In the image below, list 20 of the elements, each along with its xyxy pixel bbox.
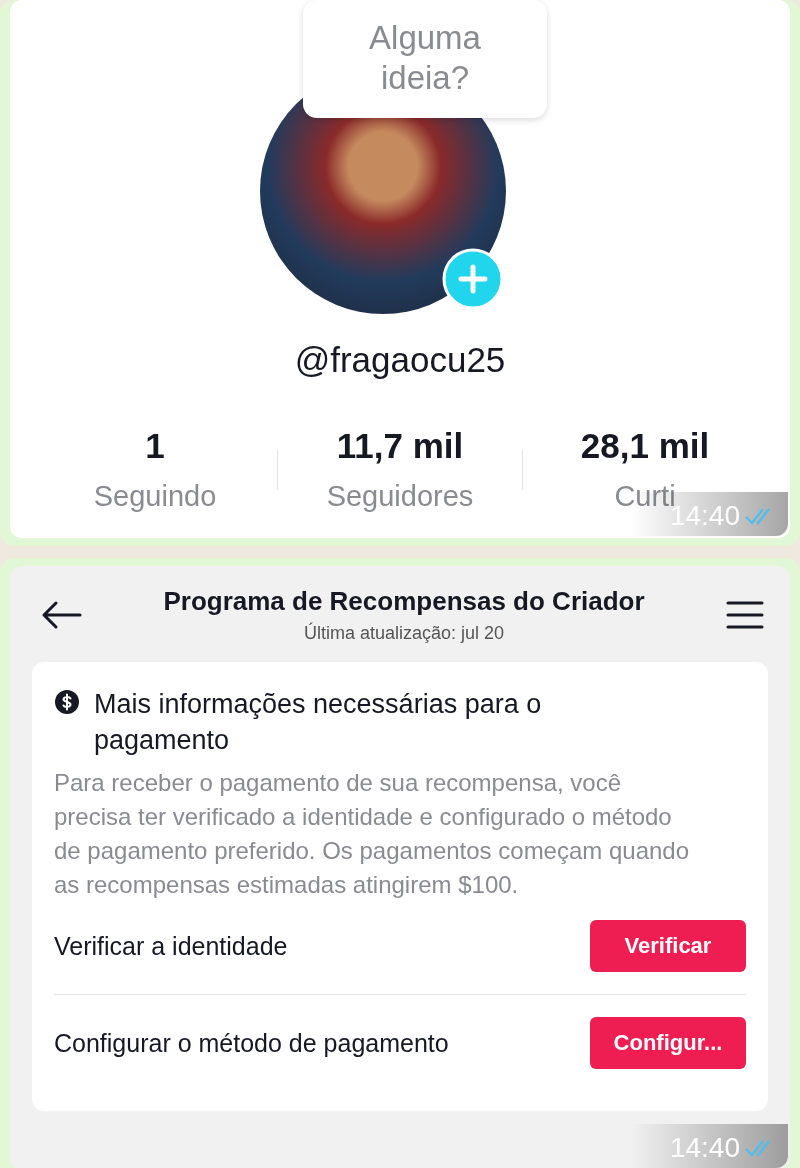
stat-value: 11,7 mil [336,426,464,466]
dollar-icon [54,689,80,715]
stat-value: 1 [145,426,165,466]
action-button[interactable]: Verificar [590,920,746,972]
update-date: Última atualização: jul 20 [303,623,505,644]
stat-label: Seguindo [93,480,217,513]
action-label: Verificar a identidade [54,931,288,961]
stat-label: Seguidores [326,480,474,513]
menu-icon [726,600,764,630]
back-arrow-icon [40,600,82,630]
action-button[interactable]: Configur... [590,1017,746,1069]
message-time: 14:40 [669,1132,740,1164]
action-label: Configurar o método de pagamento [54,1028,449,1058]
username: @fragaocu25 [294,340,506,380]
stat-value: 28,1 mil [580,426,710,466]
plus-icon [442,248,504,310]
notice-text: Para receber o pagamento de sua recompensa, você precisa ter verificado a identidade e configurado o método de pagamento preferido. Os pagamentos começam quando as recompensas estimadas atingirem $100. [54,768,691,900]
page-title: Programa de Recompensas do Criador [163,586,645,617]
notice-heading: Mais informações necessárias para o pagamento [94,688,543,757]
tooltip-bubble: Alguma ideia? [303,0,547,118]
